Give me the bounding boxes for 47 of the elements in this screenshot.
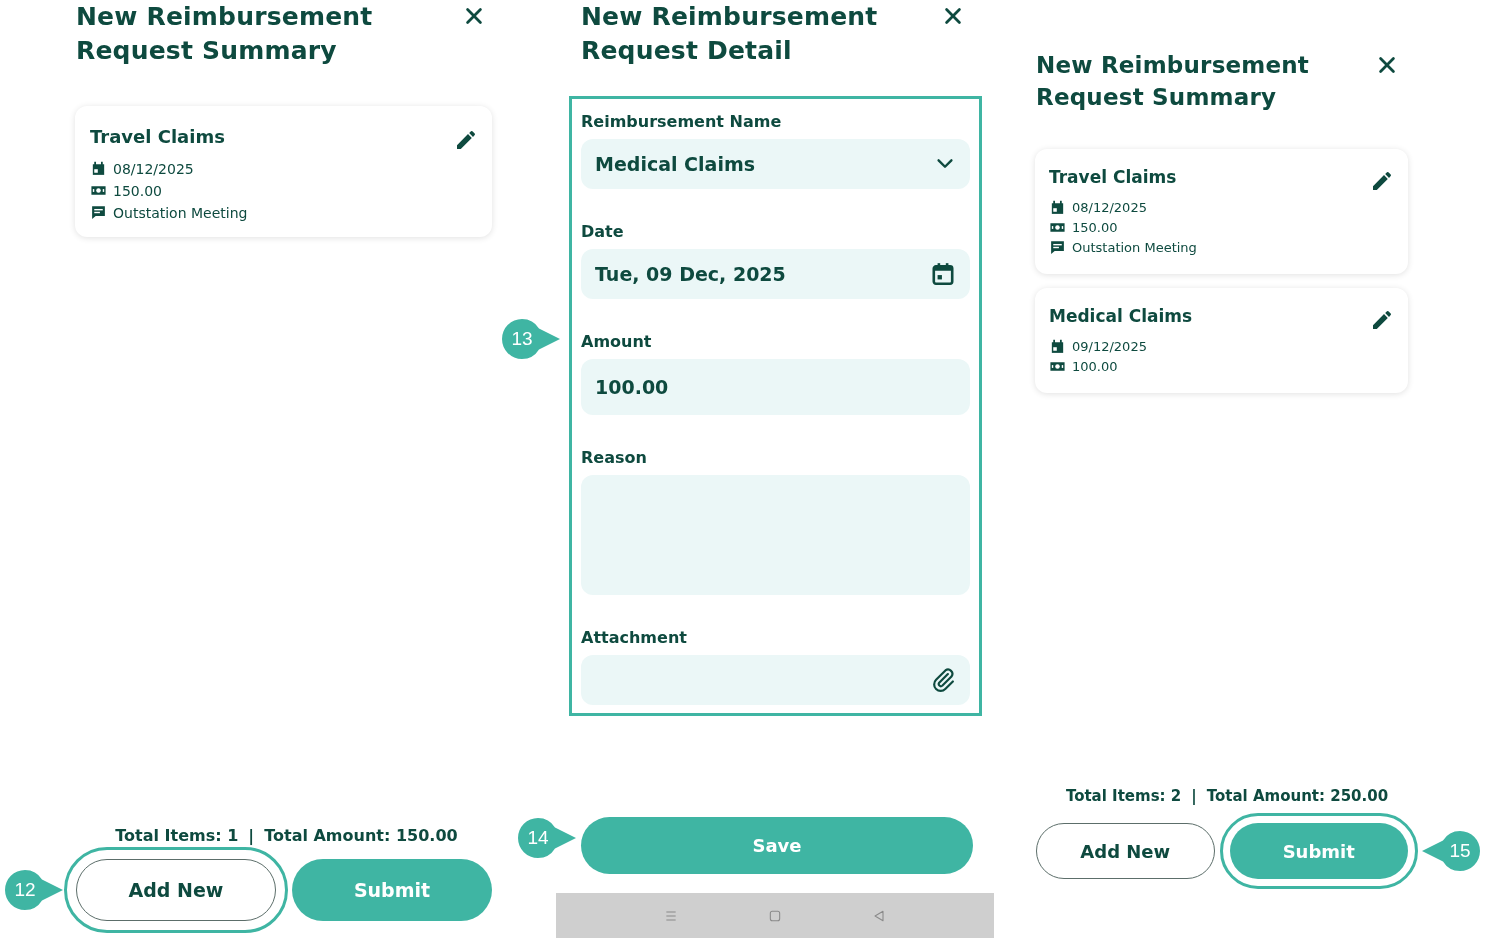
calendar-icon <box>930 261 956 287</box>
field-label: Date <box>581 222 625 241</box>
calendar-icon <box>1049 199 1066 216</box>
comment-icon <box>1049 239 1066 256</box>
claim-title: Medical Claims <box>1049 306 1193 326</box>
field-label: Amount <box>581 332 653 351</box>
edit-icon[interactable] <box>1370 308 1394 332</box>
separator: | <box>1191 787 1197 805</box>
screen-title: New Reimbursement Request Summary <box>1036 51 1311 112</box>
screen-title: New Reimbursement Request Detail <box>581 1 879 67</box>
field-label: Reason <box>581 448 648 467</box>
claim-date: 08/12/2025 <box>1072 200 1147 215</box>
total-amount: Total Amount: 150.00 <box>264 826 458 845</box>
close-icon[interactable] <box>463 5 485 27</box>
callout-badge: 15 <box>1422 831 1480 871</box>
claim-amount: 150.00 <box>1072 220 1118 235</box>
dropdown-field[interactable]: Medical Claims <box>581 139 970 189</box>
edit-icon[interactable] <box>1370 169 1394 193</box>
calendar-icon <box>90 160 107 177</box>
claim-title: Travel Claims <box>90 125 225 147</box>
callout-badge: 13 <box>502 319 560 359</box>
claim-reason: Outstation Meeting <box>113 204 248 221</box>
comment-icon <box>90 204 107 221</box>
total-items: Total Items: 1 <box>115 826 239 845</box>
input-field[interactable]: 100.00 <box>581 359 970 415</box>
total-items: Total Items: 2 <box>1065 787 1182 805</box>
attachment-field[interactable] <box>581 655 970 705</box>
screen-title: New Reimbursement Request Summary <box>76 1 374 67</box>
field-label: Reimbursement Name <box>581 112 783 131</box>
claim-date: 09/12/2025 <box>1072 339 1147 354</box>
date-field[interactable]: Tue, 09 Dec, 2025 <box>581 249 970 299</box>
edit-icon[interactable] <box>454 128 478 152</box>
claim-amount: 100.00 <box>1072 359 1118 374</box>
close-icon[interactable] <box>1376 54 1398 76</box>
separator: | <box>248 826 255 845</box>
claim-amount: 150.00 <box>113 182 162 199</box>
field-label: Attachment <box>581 628 688 647</box>
callout-badge: 14 <box>518 818 576 858</box>
claim-reason: Outstation Meeting <box>1072 240 1197 255</box>
callout-badge: 12 <box>5 870 63 910</box>
close-icon[interactable] <box>942 5 964 27</box>
add-button[interactable]: Add New <box>1036 823 1215 879</box>
calendar-icon <box>1049 338 1066 355</box>
paperclip-icon <box>930 667 956 693</box>
claim-title: Travel Claims <box>1049 167 1177 187</box>
total-amount: Total Amount: 250.00 <box>1206 787 1389 805</box>
claim-date: 08/12/2025 <box>113 160 194 177</box>
